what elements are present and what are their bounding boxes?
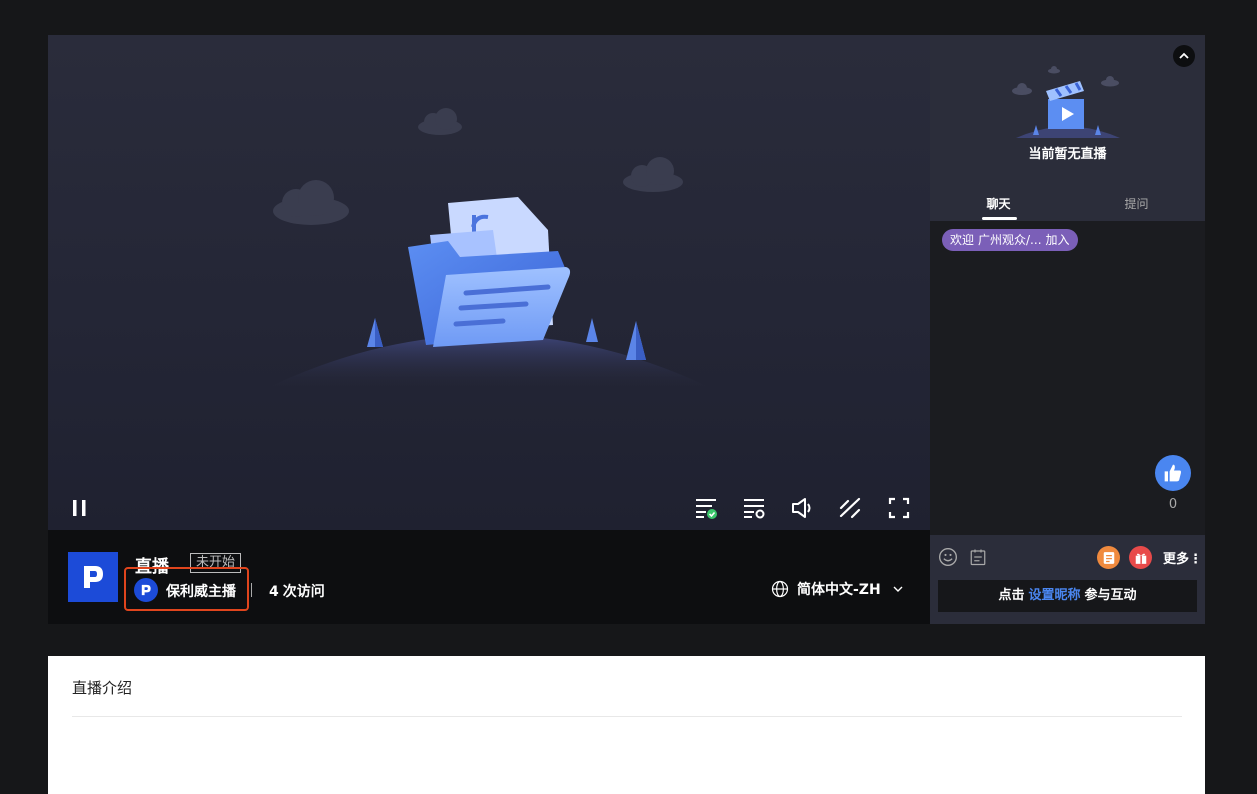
like-button[interactable] bbox=[1155, 455, 1191, 491]
intro-title: 直播介绍 bbox=[72, 679, 133, 697]
visit-count: 4 次访问 bbox=[269, 581, 325, 601]
channel-logo bbox=[68, 552, 118, 602]
thumbs-up-icon bbox=[1164, 464, 1181, 482]
chat-prompt-suffix: 参与互动 bbox=[1084, 588, 1137, 603]
more-button[interactable]: 更多⋮ bbox=[1163, 548, 1202, 567]
mini-player: 当前暂无直播 bbox=[930, 35, 1205, 189]
welcome-message: 欢迎 广州观众/... 加入 bbox=[942, 229, 1078, 251]
fullscreen-button[interactable] bbox=[886, 495, 912, 521]
welcome-suffix: 加入 bbox=[1045, 233, 1070, 247]
interaction-panel: 当前暂无直播 聊天 提问 欢迎 广州观众/... 加入 0 更多⋮ 点击 设置昵… bbox=[930, 35, 1205, 624]
polyv-logo-icon bbox=[84, 566, 103, 588]
emoji-icon bbox=[939, 548, 957, 566]
language-label: 简体中文-ZH bbox=[797, 582, 881, 598]
chat-prompt-prefix: 点击 bbox=[998, 588, 1025, 603]
panel-tabs: 聊天 提问 bbox=[930, 189, 1205, 221]
chevron-up-icon bbox=[1179, 52, 1189, 59]
fullscreen-icon bbox=[888, 497, 910, 519]
notepad-icon bbox=[970, 549, 986, 566]
volume-icon bbox=[792, 498, 811, 518]
subtitle-check-icon bbox=[696, 499, 717, 519]
live-room: 直播 未开始 保利威主播 4 次访问 简体中文-ZH 当前暂无直播 聊天 提问 … bbox=[48, 35, 1205, 624]
line-switch-button[interactable] bbox=[837, 495, 863, 521]
live-info-bar: 直播 未开始 保利威主播 4 次访问 简体中文-ZH bbox=[48, 530, 930, 624]
chevron-down-icon bbox=[893, 586, 903, 592]
chat-input-prompt[interactable]: 点击 设置昵称 参与互动 bbox=[938, 580, 1197, 612]
gift-button[interactable] bbox=[1129, 546, 1152, 569]
globe-icon bbox=[771, 580, 789, 598]
gift-icon bbox=[1135, 553, 1146, 564]
divider bbox=[251, 583, 252, 597]
no-live-text: 当前暂无直播 bbox=[1028, 147, 1107, 162]
emoji-button[interactable] bbox=[938, 547, 958, 567]
clapperboard-illustration bbox=[1012, 66, 1120, 138]
welcome-user: 广州观众/... bbox=[978, 233, 1042, 247]
visit-count-label: 次访问 bbox=[282, 584, 325, 600]
visit-count-number: 4 bbox=[269, 584, 279, 600]
welcome-prefix: 欢迎 bbox=[950, 233, 975, 247]
playlist-settings-button[interactable] bbox=[741, 495, 767, 521]
pause-icon bbox=[73, 500, 86, 516]
video-player[interactable] bbox=[48, 35, 930, 530]
active-tab-indicator bbox=[982, 217, 1017, 220]
chat-toolbar: 更多⋮ 点击 设置昵称 参与互动 bbox=[930, 535, 1205, 624]
bulletin-button[interactable] bbox=[968, 547, 988, 567]
pause-button[interactable] bbox=[67, 495, 93, 521]
no-content-illustration bbox=[263, 108, 715, 390]
like-count: 0 bbox=[1168, 497, 1178, 512]
more-label: 更多 bbox=[1163, 552, 1190, 567]
subtitle-button[interactable] bbox=[693, 495, 719, 521]
more-icon: ⋮ bbox=[1189, 552, 1203, 567]
player-control-bar bbox=[48, 485, 930, 530]
checkin-button[interactable] bbox=[1097, 546, 1120, 569]
volume-button[interactable] bbox=[789, 495, 815, 521]
host-name: 保利威主播 bbox=[166, 584, 236, 600]
line-switch-icon bbox=[839, 497, 861, 519]
set-nickname-link[interactable]: 设置昵称 bbox=[1028, 588, 1080, 603]
playlist-settings-icon bbox=[744, 499, 765, 519]
polyv-logo-icon bbox=[141, 584, 151, 596]
tab-questions[interactable]: 提问 bbox=[1068, 189, 1205, 221]
host-avatar bbox=[134, 578, 158, 602]
collapse-button[interactable] bbox=[1173, 45, 1195, 67]
language-selector[interactable]: 简体中文-ZH bbox=[771, 576, 903, 602]
live-intro-section: 直播介绍 bbox=[48, 656, 1205, 794]
divider bbox=[72, 716, 1182, 717]
checklist-icon bbox=[1103, 551, 1114, 564]
